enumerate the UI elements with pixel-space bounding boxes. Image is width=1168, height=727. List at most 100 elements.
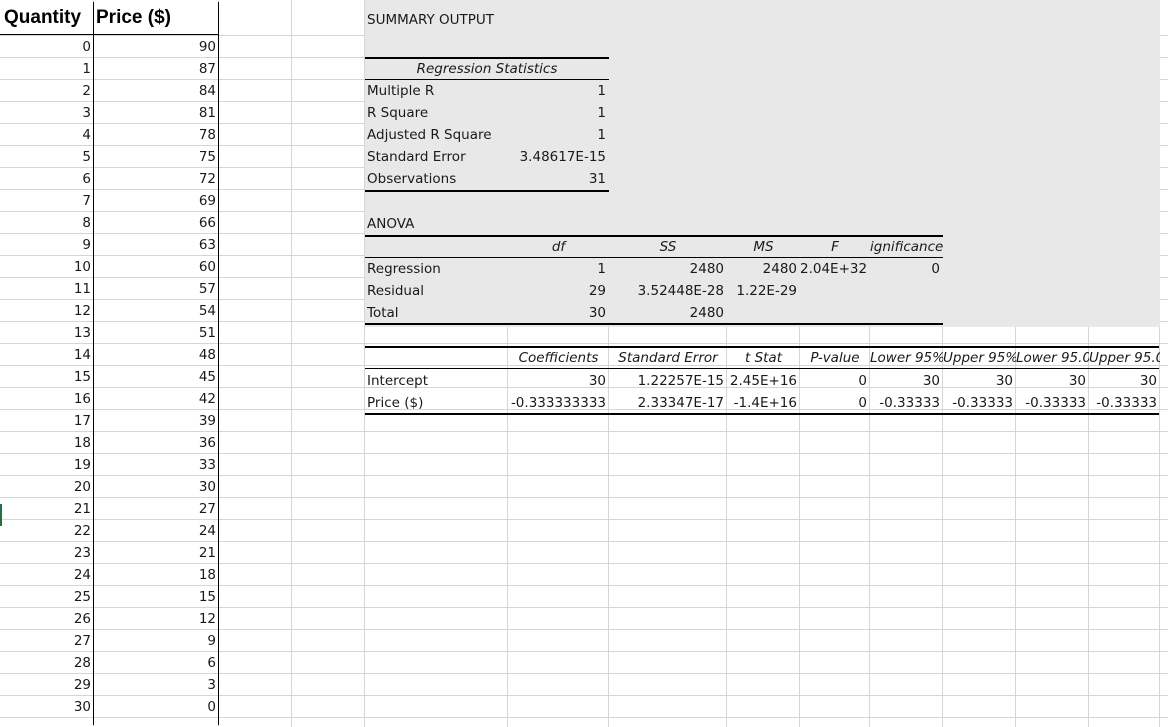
quantity-cell[interactable]: 1 — [0, 58, 94, 80]
price-cell[interactable]: 15 — [94, 586, 219, 608]
quantity-cell[interactable]: 15 — [0, 366, 94, 388]
summary-title[interactable]: SUMMARY OUTPUT — [365, 9, 565, 31]
price-cell[interactable]: 60 — [94, 256, 219, 278]
coef-cell[interactable]: 30 — [1016, 370, 1089, 392]
price-cell[interactable]: 27 — [94, 498, 219, 520]
regstats-title[interactable]: Regression Statistics — [365, 58, 609, 80]
quantity-cell[interactable]: 4 — [0, 124, 94, 146]
anova-cell[interactable]: 1 — [508, 258, 609, 280]
quantity-cell[interactable]: 30 — [0, 696, 94, 718]
anova-cell[interactable]: 30 — [508, 302, 609, 324]
price-cell[interactable]: 12 — [94, 608, 219, 630]
quantity-cell[interactable]: 22 — [0, 520, 94, 542]
quantity-cell[interactable]: 8 — [0, 212, 94, 234]
coef-cell[interactable]: -0.333333333 — [508, 392, 609, 414]
coef-header-cell[interactable]: Coefficients — [508, 347, 609, 369]
coef-header-cell[interactable]: Lower 95.0% — [1016, 347, 1089, 369]
anova-row-label[interactable]: Total — [365, 302, 508, 324]
price-cell[interactable]: 66 — [94, 212, 219, 234]
anova-cell[interactable] — [870, 280, 943, 302]
price-cell[interactable]: 81 — [94, 102, 219, 124]
coef-cell[interactable]: -0.33333 — [943, 392, 1016, 414]
price-cell[interactable]: 3 — [94, 674, 219, 696]
price-cell[interactable]: 63 — [94, 234, 219, 256]
coef-row-label[interactable]: Price ($) — [365, 392, 508, 414]
quantity-cell[interactable]: 23 — [0, 542, 94, 564]
quantity-cell[interactable]: 24 — [0, 564, 94, 586]
quantity-cell[interactable]: 25 — [0, 586, 94, 608]
anova-header-cell[interactable]: ignificance F — [870, 236, 943, 258]
coef-cell[interactable]: -0.33333 — [1089, 392, 1160, 414]
coef-header-cell[interactable]: t Stat — [727, 347, 800, 369]
anova-cell[interactable]: 0 — [870, 258, 943, 280]
anova-cell[interactable]: 3.52448E-28 — [609, 280, 727, 302]
quantity-cell[interactable]: 17 — [0, 410, 94, 432]
regstat-label[interactable]: R Square — [365, 102, 508, 124]
price-cell[interactable]: 90 — [94, 36, 219, 58]
quantity-cell[interactable]: 29 — [0, 674, 94, 696]
price-cell[interactable]: 18 — [94, 564, 219, 586]
anova-cell[interactable] — [870, 302, 943, 324]
anova-title[interactable]: ANOVA — [365, 213, 485, 235]
coef-cell[interactable]: -1.4E+16 — [727, 392, 800, 414]
quantity-cell[interactable]: 13 — [0, 322, 94, 344]
coef-cell[interactable]: 0 — [800, 370, 870, 392]
price-cell[interactable]: 48 — [94, 344, 219, 366]
regstat-label[interactable]: Observations — [365, 168, 508, 190]
quantity-cell[interactable]: 3 — [0, 102, 94, 124]
price-cell[interactable]: 84 — [94, 80, 219, 102]
quantity-cell[interactable]: 18 — [0, 432, 94, 454]
regstat-label[interactable]: Adjusted R Square — [365, 124, 508, 146]
quantity-cell[interactable]: 16 — [0, 388, 94, 410]
quantity-cell[interactable]: 12 — [0, 300, 94, 322]
price-cell[interactable]: 69 — [94, 190, 219, 212]
coef-header-cell[interactable]: Standard Error — [609, 347, 727, 369]
coef-header-cell[interactable]: Upper 95% — [943, 347, 1016, 369]
price-cell[interactable]: 36 — [94, 432, 219, 454]
coef-header-cell[interactable]: Lower 95% — [870, 347, 943, 369]
anova-header-cell[interactable]: df — [508, 236, 609, 258]
price-cell[interactable]: 39 — [94, 410, 219, 432]
quantity-cell[interactable]: 6 — [0, 168, 94, 190]
regstat-value[interactable]: 1 — [508, 102, 609, 124]
regstat-value[interactable]: 1 — [508, 124, 609, 146]
anova-cell[interactable] — [800, 302, 870, 324]
quantity-cell[interactable]: 5 — [0, 146, 94, 168]
quantity-cell[interactable]: 7 — [0, 190, 94, 212]
coef-cell[interactable]: 30 — [870, 370, 943, 392]
price-cell[interactable]: 72 — [94, 168, 219, 190]
price-cell[interactable]: 45 — [94, 366, 219, 388]
quantity-cell[interactable]: 20 — [0, 476, 94, 498]
price-cell[interactable]: 9 — [94, 630, 219, 652]
coef-cell[interactable]: 30 — [508, 370, 609, 392]
regstat-label[interactable]: Multiple R — [365, 80, 508, 102]
quantity-cell[interactable]: 21 — [0, 498, 94, 520]
price-cell[interactable]: 75 — [94, 146, 219, 168]
price-cell[interactable]: 24 — [94, 520, 219, 542]
price-cell[interactable]: 30 — [94, 476, 219, 498]
anova-row-label[interactable]: Residual — [365, 280, 508, 302]
price-cell[interactable]: 87 — [94, 58, 219, 80]
price-cell[interactable]: 51 — [94, 322, 219, 344]
quantity-cell[interactable]: 28 — [0, 652, 94, 674]
coef-cell[interactable]: 1.22257E-15 — [609, 370, 727, 392]
coef-row-label[interactable]: Intercept — [365, 370, 508, 392]
price-cell[interactable]: 54 — [94, 300, 219, 322]
price-cell[interactable]: 57 — [94, 278, 219, 300]
anova-cell[interactable]: 1.22E-29 — [727, 280, 800, 302]
price-cell[interactable]: 42 — [94, 388, 219, 410]
header-quantity[interactable]: Quantity — [4, 2, 92, 32]
coef-cell[interactable]: 30 — [1089, 370, 1160, 392]
quantity-cell[interactable]: 11 — [0, 278, 94, 300]
regstat-value[interactable]: 3.48617E-15 — [508, 146, 609, 168]
quantity-cell[interactable]: 0 — [0, 36, 94, 58]
anova-cell[interactable]: 2480 — [609, 258, 727, 280]
regstat-value[interactable]: 1 — [508, 80, 609, 102]
price-cell[interactable]: 78 — [94, 124, 219, 146]
header-price[interactable]: Price ($) — [96, 2, 216, 32]
quantity-cell[interactable]: 27 — [0, 630, 94, 652]
regstat-value[interactable]: 31 — [508, 168, 609, 190]
anova-header-cell[interactable]: F — [800, 236, 870, 258]
anova-header-cell[interactable]: MS — [727, 236, 800, 258]
quantity-cell[interactable]: 2 — [0, 80, 94, 102]
